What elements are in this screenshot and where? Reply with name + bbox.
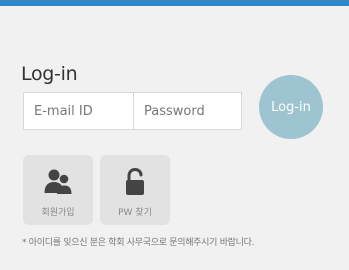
contact-notice: * 아이디를 잊으신 분은 학회 사무국으로 문의해주시기 바랍니다.	[22, 238, 255, 248]
find-password-label: PW 찾기	[118, 208, 152, 218]
login-title: Log-in	[21, 63, 78, 85]
join-button[interactable]: 회원가입	[23, 155, 93, 225]
email-id-input[interactable]	[23, 92, 134, 130]
top-accent-bar	[0, 0, 349, 6]
unlock-icon	[126, 167, 144, 195]
password-input[interactable]	[133, 92, 242, 130]
users-icon	[44, 169, 72, 194]
login-button[interactable]: Log-in	[259, 75, 323, 139]
find-password-button[interactable]: PW 찾기	[100, 155, 170, 225]
join-label: 회원가입	[41, 208, 75, 218]
